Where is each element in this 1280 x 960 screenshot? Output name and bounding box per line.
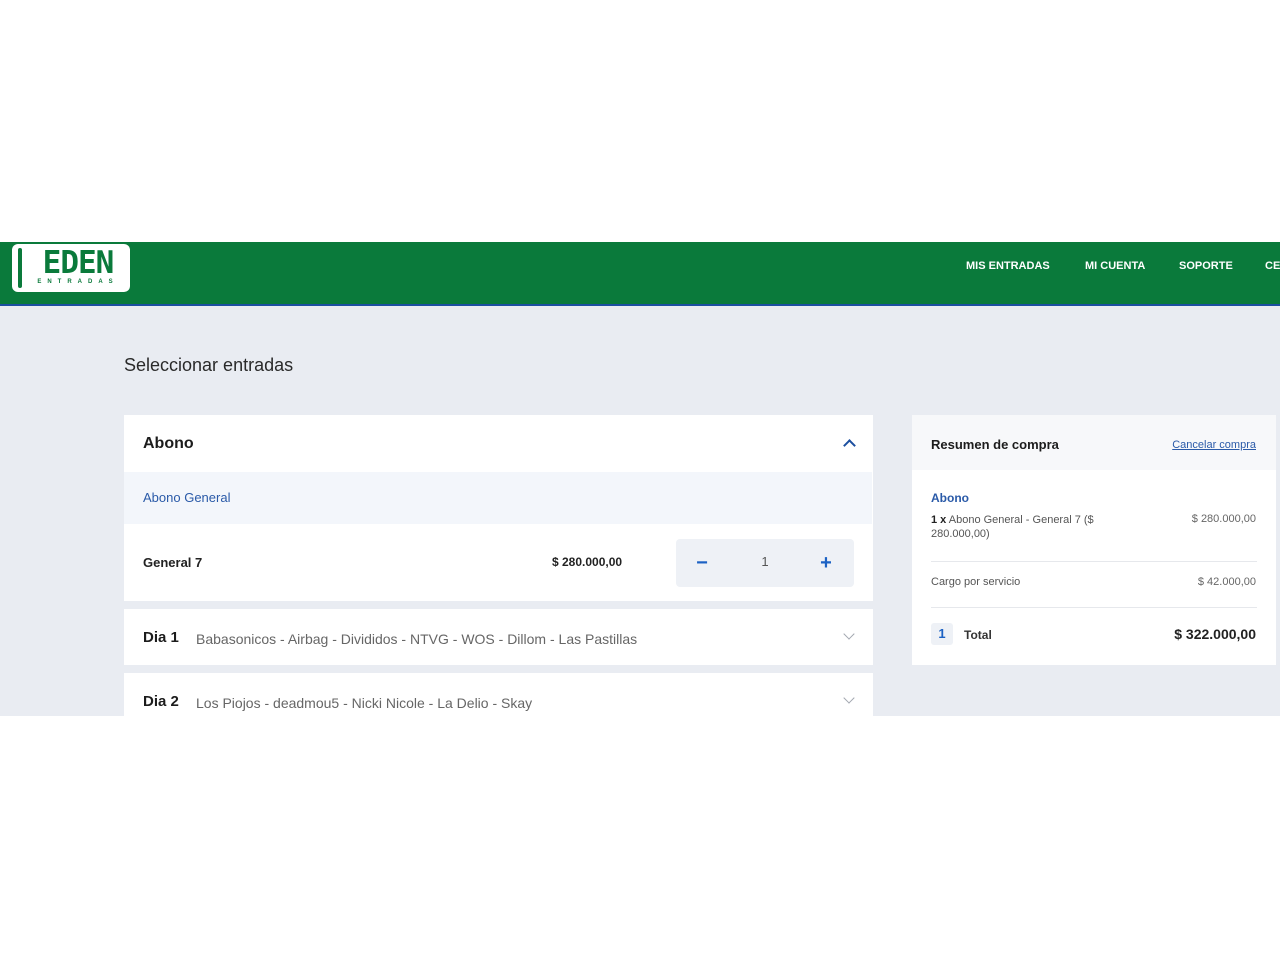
decrement-button[interactable]: − [688, 549, 716, 577]
logo-bar [18, 248, 22, 288]
abono-title: Abono [143, 435, 194, 452]
cancel-purchase-link[interactable]: Cancelar compra [1172, 439, 1256, 451]
total-amount: $ 322.000,00 [1174, 626, 1256, 642]
top-navbar: EDEN ENTRADAS MIS ENTRADAS MI CUENTA SOP… [0, 242, 1280, 306]
ticket-row: General 7 $ 280.000,00 − 1 + [124, 525, 872, 601]
service-charge-amount: $ 42.000,00 [1197, 576, 1256, 588]
divider [931, 607, 1257, 608]
total-label: Total [964, 628, 992, 642]
ticket-name: General 7 [143, 555, 203, 570]
abono-category-label: Abono General [143, 490, 231, 505]
quantity-value: 1 [761, 554, 769, 569]
increment-button[interactable]: + [812, 549, 840, 577]
day-card-2[interactable]: Dia 2 Los Piojos - deadmou5 - Nicki Nico… [124, 673, 873, 716]
chevron-down-icon [843, 692, 855, 704]
purchase-summary: Resumen de compra Cancelar compra Abono … [912, 415, 1276, 665]
page-title: Seleccionar entradas [124, 355, 294, 375]
day-2-label: Dia 2 [143, 693, 179, 710]
divider [931, 561, 1257, 562]
nav-mi-cuenta[interactable]: MI CUENTA [1085, 260, 1145, 272]
summary-item: 1 x Abono General - General 7 ($ 280.000… [931, 513, 1131, 541]
service-charge-label: Cargo por servicio [931, 576, 1021, 588]
total-count-badge: 1 [931, 623, 953, 645]
quantity-stepper: − 1 + [676, 539, 854, 587]
ticket-price: $ 280.000,00 [552, 555, 623, 569]
summary-item-desc: Abono General - General 7 ($ 280.000,00) [931, 514, 1094, 540]
screenshot-area: EDEN ENTRADAS MIS ENTRADAS MI CUENTA SOP… [0, 242, 1280, 716]
chevron-down-icon [843, 628, 855, 640]
logo-subtext: ENTRADAS [37, 279, 119, 285]
nav-cerrar-sesion[interactable]: CE [1265, 260, 1280, 272]
eden-logo[interactable]: EDEN ENTRADAS [12, 244, 130, 292]
nav-soporte[interactable]: SOPORTE [1179, 260, 1233, 272]
nav-mis-entradas[interactable]: MIS ENTRADAS [966, 260, 1050, 272]
abono-category-row: Abono General [124, 472, 872, 524]
abono-header[interactable]: Abono [124, 415, 873, 472]
summary-item-qty: 1 x [931, 514, 947, 526]
summary-header: Resumen de compra Cancelar compra [912, 415, 1276, 470]
day-1-label: Dia 1 [143, 629, 179, 646]
summary-item-amount: $ 280.000,00 [1191, 513, 1256, 525]
abono-card: Abono Abono General General 7 $ 280.000,… [124, 415, 873, 601]
logo-text: EDEN [42, 245, 115, 281]
chevron-up-icon [843, 439, 856, 452]
summary-section-title: Abono [931, 491, 969, 505]
day-2-lineup: Los Piojos - deadmou5 - Nicki Nicole - L… [196, 695, 533, 711]
day-1-lineup: Babasonicos - Airbag - Divididos - NTVG … [196, 631, 638, 647]
summary-title: Resumen de compra [931, 437, 1059, 452]
day-card-1[interactable]: Dia 1 Babasonicos - Airbag - Divididos -… [124, 609, 873, 665]
